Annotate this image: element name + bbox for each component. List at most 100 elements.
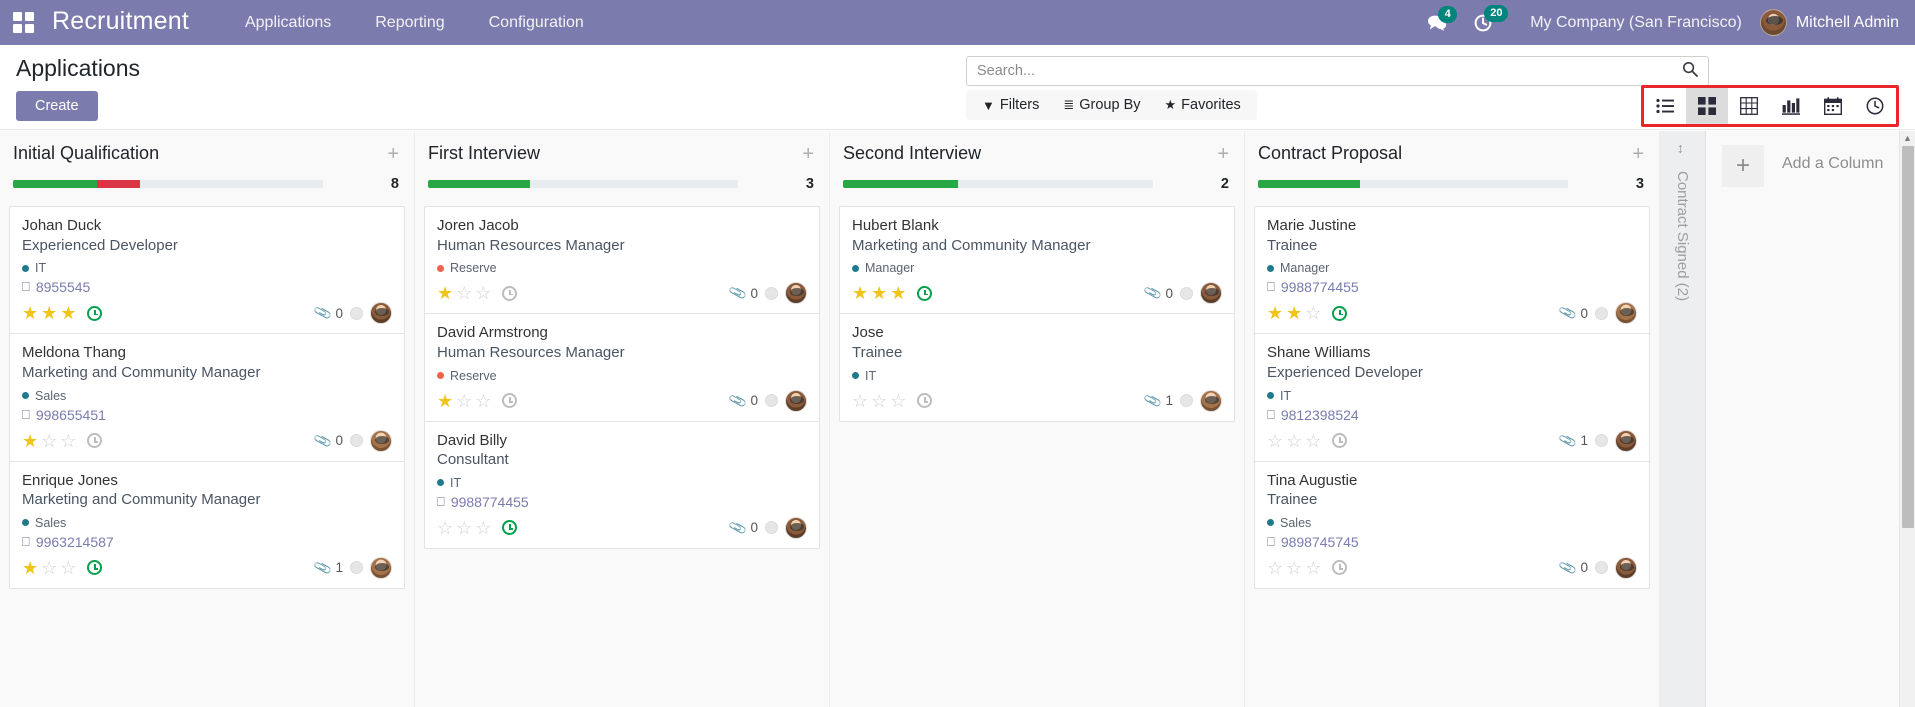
create-button[interactable]: Create	[16, 91, 98, 121]
card-avatar[interactable]	[785, 282, 807, 305]
rating-star[interactable]: ☆	[456, 519, 472, 537]
card-phone[interactable]: ⎕ 9988774455	[1267, 279, 1637, 295]
scrollbar-thumb[interactable]	[1902, 146, 1914, 528]
card-avatar[interactable]	[1615, 302, 1637, 325]
apps-grid-icon[interactable]	[0, 0, 46, 45]
kanban-card[interactable]: David Armstrong Human Resources Manager Re…	[424, 313, 820, 421]
user-menu[interactable]: Mitchell Admin	[1759, 9, 1899, 36]
rating-star[interactable]: ☆	[41, 432, 57, 450]
activity-clock-icon[interactable]	[87, 305, 103, 321]
rating-star[interactable]: ☆	[1286, 559, 1302, 577]
rating-star[interactable]: ★	[22, 304, 38, 322]
view-button-pivot[interactable]	[1728, 88, 1770, 124]
kanban-card[interactable]: David Billy Consultant IT ⎕ 9988774455 ☆ ☆ ☆ 📎 0	[424, 420, 820, 549]
activity-clock-icon[interactable]	[1332, 560, 1348, 576]
activity-clock-icon[interactable]	[502, 285, 518, 301]
favorites-button[interactable]: ★ Favorites	[1153, 94, 1253, 116]
kanban-card[interactable]: Hubert Blank Marketing and Community Mana…	[839, 206, 1235, 314]
card-tag[interactable]: Manager	[1267, 261, 1637, 275]
view-button-list[interactable]	[1644, 88, 1686, 124]
card-tag[interactable]: Reserve	[437, 261, 807, 275]
card-phone[interactable]: ⎕ 9812398524	[1267, 407, 1637, 423]
rating-star[interactable]: ★	[22, 432, 38, 450]
menu-item-applications[interactable]: Applications	[223, 2, 353, 44]
rating-star[interactable]: ☆	[1305, 304, 1321, 322]
kanban-column-title[interactable]: Second Interview	[843, 143, 1215, 164]
progress-segment[interactable]	[13, 180, 97, 188]
rating-star[interactable]: ★	[1286, 304, 1302, 322]
rating-star[interactable]: ★	[852, 284, 868, 302]
view-button-graph[interactable]	[1770, 88, 1812, 124]
activity-clock-icon[interactable]	[87, 433, 103, 448]
progress-segment[interactable]	[843, 180, 958, 188]
kanban-card[interactable]: Jose Trainee IT ☆ ☆ ☆ 📎 1	[839, 313, 1235, 422]
rating-star[interactable]: ☆	[1305, 559, 1321, 577]
card-phone[interactable]: ⎕ 9963214587	[22, 534, 392, 550]
card-tag[interactable]: IT	[437, 476, 807, 490]
card-avatar[interactable]	[1200, 389, 1222, 412]
rating-star[interactable]: ☆	[437, 519, 453, 537]
add-column-area[interactable]: + Add a Column	[1706, 131, 1915, 707]
card-avatar[interactable]	[1615, 429, 1637, 452]
card-avatar[interactable]	[785, 389, 807, 412]
activity-clock-icon[interactable]	[1332, 433, 1348, 448]
card-tag[interactable]: IT	[852, 369, 1222, 383]
add-card-button[interactable]: +	[800, 144, 816, 164]
activity-clock-icon[interactable]	[502, 393, 518, 408]
card-avatar[interactable]	[1200, 282, 1222, 305]
activity-clock-icon[interactable]	[917, 393, 933, 408]
expand-column-icon[interactable]: ↔	[1675, 142, 1691, 156]
rating-star[interactable]: ★	[60, 304, 76, 322]
search-bar[interactable]	[966, 56, 1709, 86]
app-brand-title[interactable]: Recruitment	[46, 7, 195, 39]
card-tag[interactable]: IT	[1267, 389, 1637, 403]
rating-star[interactable]: ☆	[1305, 432, 1321, 450]
scroll-up-arrow[interactable]: ▲	[1900, 131, 1915, 143]
card-phone[interactable]: ⎕ 9988774455	[437, 494, 807, 510]
kanban-state-dot-icon[interactable]	[1595, 306, 1608, 320]
progress-segment[interactable]	[96, 180, 141, 188]
progress-segment[interactable]	[428, 180, 531, 188]
kanban-state-dot-icon[interactable]	[1595, 561, 1608, 575]
kanban-state-dot-icon[interactable]	[350, 434, 363, 447]
menu-item-reporting[interactable]: Reporting	[353, 2, 466, 44]
kanban-state-dot-icon[interactable]	[1180, 394, 1193, 407]
rating-star[interactable]: ☆	[871, 392, 887, 410]
rating-star[interactable]: ☆	[60, 559, 76, 577]
card-tag[interactable]: Sales	[1267, 516, 1637, 530]
rating-star[interactable]: ★	[437, 284, 453, 302]
rating-star[interactable]: ★	[41, 304, 57, 322]
card-phone[interactable]: ⎕ 998655451	[22, 407, 392, 423]
add-card-button[interactable]: +	[1630, 144, 1646, 164]
rating-star[interactable]: ★	[890, 284, 906, 302]
activity-clock-icon[interactable]	[1332, 305, 1348, 321]
rating-star[interactable]: ★	[1267, 304, 1283, 322]
card-avatar[interactable]	[1615, 556, 1637, 579]
activity-clock-icon[interactable]	[87, 560, 103, 576]
card-phone[interactable]: ⎕ 8955545	[22, 279, 392, 295]
kanban-card[interactable]: Tina Augustie Trainee Sales ⎕ 9898745745 ☆ ☆ ☆ 📎…	[1254, 460, 1650, 589]
rating-star[interactable]: ☆	[475, 519, 491, 537]
kanban-card[interactable]: Meldona Thang Marketing and Community Man…	[9, 333, 405, 461]
rating-star[interactable]: ☆	[475, 392, 491, 410]
rating-star[interactable]: ☆	[41, 559, 57, 577]
rating-star[interactable]: ☆	[1267, 432, 1283, 450]
rating-star[interactable]: ☆	[852, 392, 868, 410]
search-icon[interactable]	[1672, 61, 1708, 81]
group-by-button[interactable]: ≣ Group By	[1051, 94, 1152, 116]
company-switcher[interactable]: My Company (San Francisco)	[1530, 14, 1742, 32]
kanban-column-title[interactable]: First Interview	[428, 143, 800, 164]
card-tag[interactable]: Sales	[22, 389, 392, 403]
kanban-state-dot-icon[interactable]	[765, 286, 778, 300]
kanban-state-dot-icon[interactable]	[1180, 286, 1193, 300]
add-card-button[interactable]: +	[1215, 144, 1231, 164]
card-tag[interactable]: Sales	[22, 516, 392, 530]
kanban-card[interactable]: Marie Justine Trainee Manager ⎕ 9988774455 ★ ★…	[1254, 206, 1650, 334]
kanban-card[interactable]: Enrique Jones Marketing and Community Man…	[9, 460, 405, 589]
messages-icon[interactable]: 4	[1427, 5, 1458, 32]
view-button-kanban[interactable]	[1686, 88, 1728, 124]
vertical-scrollbar[interactable]: ▲	[1899, 131, 1915, 707]
search-input[interactable]	[967, 63, 1672, 79]
kanban-column-title[interactable]: Initial Qualification	[13, 143, 385, 164]
kanban-column-title[interactable]: Contract Proposal	[1258, 143, 1630, 164]
